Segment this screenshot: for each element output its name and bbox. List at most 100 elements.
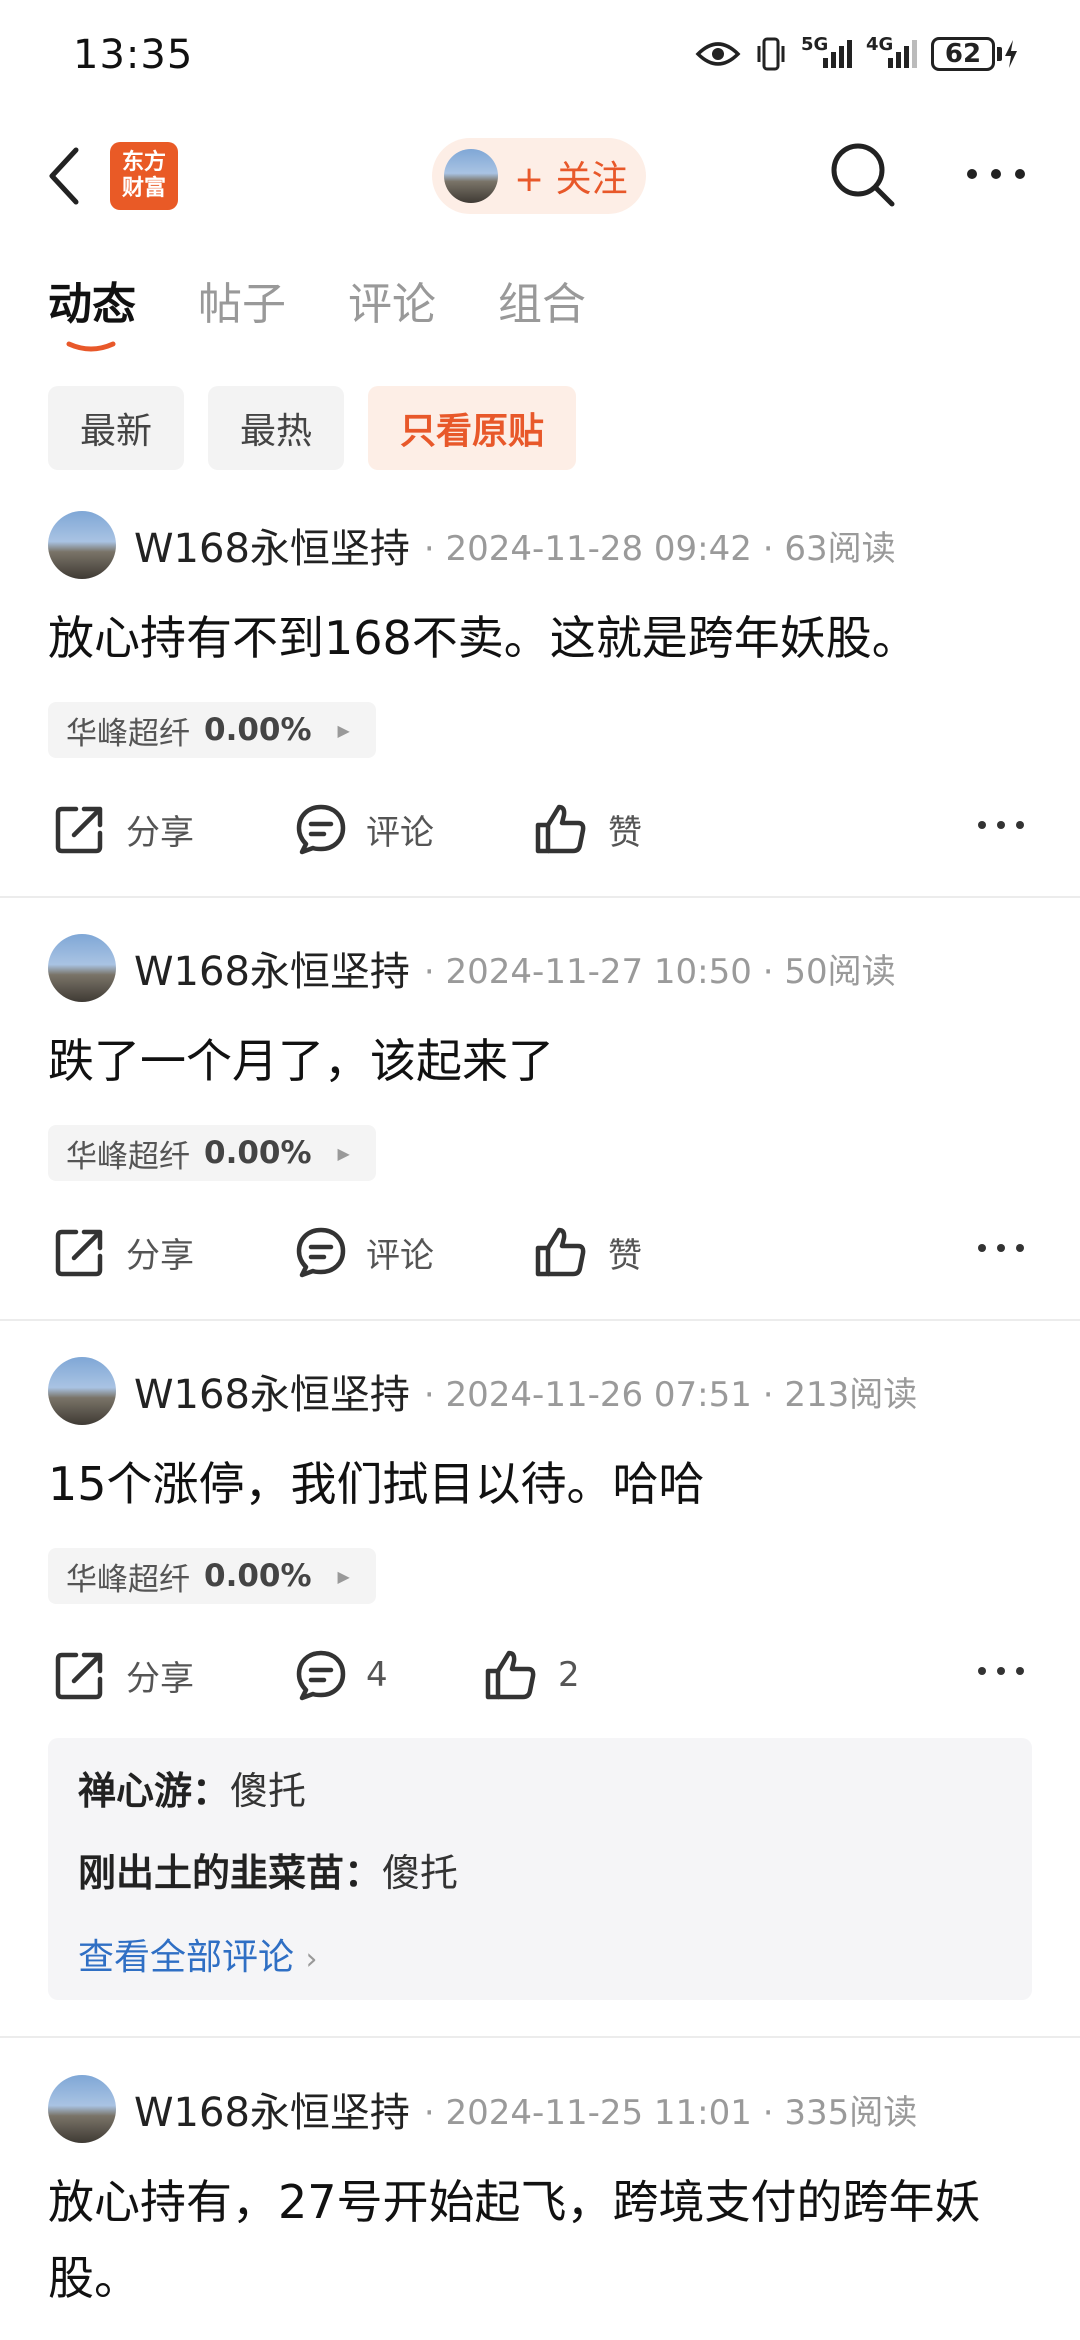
tab-comments[interactable]: 评论: [348, 268, 436, 332]
post-content[interactable]: 放心持有，27号开始起飞，跨境支付的跨年妖股。: [48, 2164, 1038, 2316]
divider: [0, 896, 1080, 898]
filter-hot[interactable]: 最热: [208, 386, 345, 470]
view-all-label: 查看全部评论: [78, 1937, 295, 1978]
tab-posts[interactable]: 帖子: [198, 268, 286, 332]
post-content[interactable]: 跌了一个月了，该起来了: [48, 1023, 1038, 1099]
thumbs-up-icon: [485, 1650, 536, 1700]
commenter-name[interactable]: 禅心游: [78, 1769, 192, 1813]
comment-icon: [296, 804, 346, 855]
post-meta: · 2024-11-27 10:50 · 50阅读: [423, 951, 896, 992]
more-icon[interactable]: [964, 162, 1028, 186]
divider: [0, 1319, 1080, 1321]
eye-icon: [695, 39, 741, 69]
like-button[interactable]: 赞: [532, 1217, 642, 1287]
author-name[interactable]: W168永恒坚持: [134, 2080, 410, 2138]
comment-icon: [296, 1227, 346, 1278]
divider: [0, 2036, 1080, 2038]
chevron-right-icon: ›: [305, 1942, 318, 1977]
like-button[interactable]: 2: [482, 1640, 580, 1710]
commenter-name[interactable]: 刚出土的韭菜苗: [78, 1851, 344, 1895]
play-arrow-icon: ▶: [337, 720, 350, 740]
tab-dynamic[interactable]: 动态: [48, 268, 136, 332]
net-label-4g: 4G: [866, 34, 894, 55]
status-icons: 5G 4G 62: [695, 34, 1020, 72]
post-header: W168永恒坚持 · 2024-11-26 07:51 · 213阅读: [48, 1356, 917, 1426]
comment-preview[interactable]: 禅心游：傻托 刚出土的韭菜苗：傻托 查看全部评论 ›: [48, 1738, 1032, 2000]
logo-text-2: 财富: [121, 176, 166, 201]
share-button[interactable]: 分享: [52, 794, 194, 864]
search-icon[interactable]: [828, 140, 898, 210]
app-logo: 东方 财富: [110, 142, 178, 210]
post-header: W168永恒坚持 · 2024-11-27 10:50 · 50阅读: [48, 933, 896, 1003]
post-content[interactable]: 放心持有不到168不卖。这就是跨年妖股。: [48, 600, 1038, 676]
comment-item[interactable]: 刚出土的韭菜苗：傻托: [78, 1842, 458, 1897]
battery-level: 62: [931, 37, 995, 71]
comment-icon: [296, 1650, 346, 1701]
signal-4g-icon: 4G: [866, 34, 917, 68]
share-icon: [55, 1229, 103, 1277]
share-label: 分享: [126, 812, 194, 853]
avatar[interactable]: [48, 1357, 116, 1425]
author-name[interactable]: W168永恒坚持: [134, 516, 410, 574]
stock-tag[interactable]: 华峰超纤 0.00% ▶: [48, 1125, 376, 1181]
more-options-icon[interactable]: [976, 1664, 1026, 1678]
top-nav: 东方 财富 + 关注: [0, 130, 1080, 230]
tab-portfolio[interactable]: 组合: [498, 268, 586, 332]
avatar[interactable]: [48, 934, 116, 1002]
comment-label: 评论: [366, 812, 434, 853]
post-header: W168永恒坚持 · 2024-11-25 11:01 · 335阅读: [48, 2074, 917, 2144]
logo-text-1: 东方: [121, 150, 166, 175]
share-button[interactable]: 分享: [52, 1640, 194, 1710]
post-actions: 分享 4 2: [0, 1640, 1080, 1710]
thumbs-up-icon: [535, 1227, 586, 1277]
author-name[interactable]: W168永恒坚持: [134, 939, 410, 997]
like-label: 赞: [608, 812, 642, 853]
stock-tag[interactable]: 华峰超纤 0.00% ▶: [48, 1548, 376, 1604]
share-label: 分享: [126, 1235, 194, 1276]
thumbs-up-icon: [535, 804, 586, 854]
signal-5g-icon: 5G: [801, 34, 852, 68]
share-icon: [55, 1652, 103, 1700]
avatar[interactable]: [48, 2075, 116, 2143]
active-tab-indicator: [66, 341, 116, 352]
comment-text: 傻托: [382, 1851, 459, 1895]
follow-label: + 关注: [514, 159, 628, 200]
more-options-icon[interactable]: [976, 1241, 1026, 1255]
stock-name: 华峰超纤: [66, 715, 190, 752]
post-meta: · 2024-11-25 11:01 · 335阅读: [423, 2092, 918, 2133]
comment-button[interactable]: 评论: [294, 1217, 434, 1287]
stock-change: 0.00%: [204, 712, 312, 748]
comment-button[interactable]: 评论: [294, 794, 434, 864]
net-label-5g: 5G: [801, 34, 829, 55]
back-icon[interactable]: [44, 144, 84, 208]
filter-bar: 最新 最热 只看原贴: [48, 386, 577, 470]
comment-count: 4: [366, 1655, 388, 1695]
profile-tabs: 动态 帖子 评论 组合: [0, 268, 1080, 358]
post-actions: 分享 评论 赞: [0, 1217, 1080, 1287]
more-options-icon[interactable]: [976, 818, 1026, 832]
comment-text: 傻托: [230, 1769, 307, 1813]
status-time: 13:35: [73, 32, 194, 78]
like-count: 2: [558, 1655, 580, 1695]
like-button[interactable]: 赞: [532, 794, 642, 864]
comment-label: 评论: [366, 1235, 434, 1276]
avatar: [444, 149, 498, 203]
stock-tag[interactable]: 华峰超纤 0.00% ▶: [48, 702, 376, 758]
share-button[interactable]: 分享: [52, 1217, 194, 1287]
follow-button[interactable]: + 关注: [432, 138, 646, 214]
post-meta: · 2024-11-28 09:42 · 63阅读: [423, 528, 896, 569]
filter-original-only[interactable]: 只看原贴: [368, 386, 577, 470]
post-content[interactable]: 15个涨停，我们拭目以待。哈哈: [48, 1446, 1038, 1522]
comment-item[interactable]: 禅心游：傻托: [78, 1760, 306, 1815]
post-actions: 分享 评论 赞: [0, 794, 1080, 864]
post-header: W168永恒坚持 · 2024-11-28 09:42 · 63阅读: [48, 510, 896, 580]
charging-icon: [1005, 40, 1017, 68]
avatar[interactable]: [48, 511, 116, 579]
stock-change: 0.00%: [204, 1558, 312, 1594]
share-label: 分享: [126, 1658, 194, 1699]
filter-latest[interactable]: 最新: [48, 386, 185, 470]
view-all-comments-link[interactable]: 查看全部评论 ›: [78, 1928, 317, 1980]
comment-button[interactable]: 4: [294, 1640, 388, 1710]
author-name[interactable]: W168永恒坚持: [134, 1362, 410, 1420]
status-bar: 13:35 5G 4G 62: [0, 0, 1080, 120]
